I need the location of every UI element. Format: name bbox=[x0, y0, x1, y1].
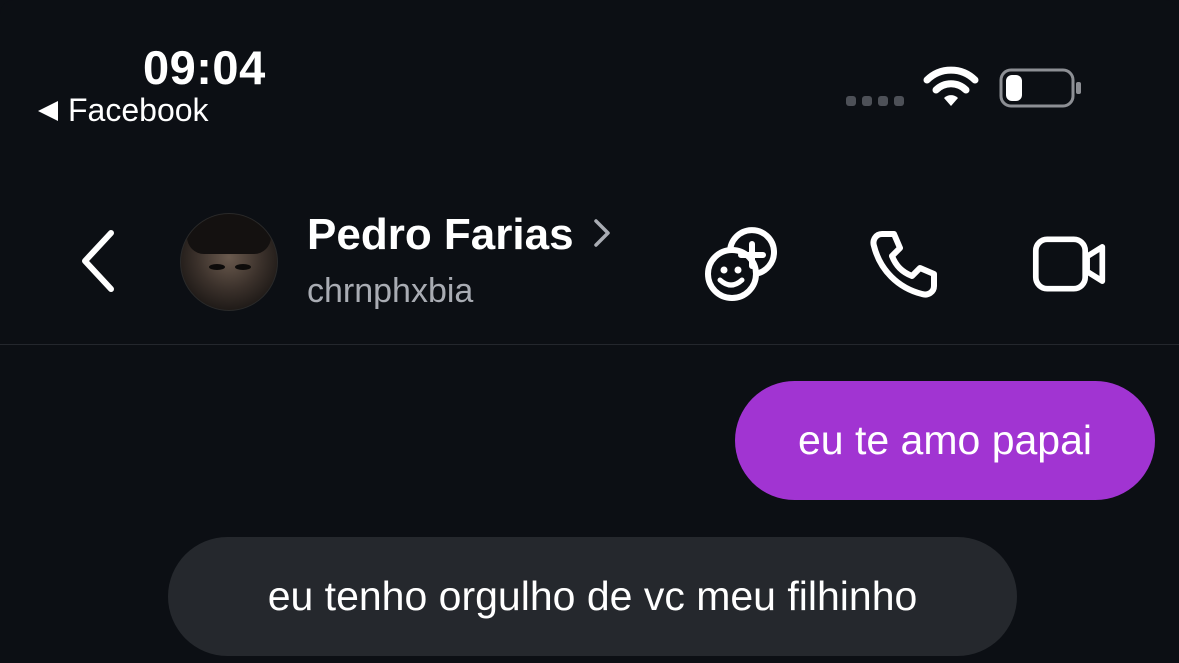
contact-name-row[interactable]: Pedro Farias bbox=[307, 210, 612, 260]
cellular-signal-icon bbox=[846, 96, 904, 106]
phone-icon[interactable] bbox=[866, 226, 942, 302]
message-bubble-sent[interactable]: eu te amo papai bbox=[735, 381, 1155, 500]
message-text: eu te amo papai bbox=[797, 417, 1093, 463]
back-triangle-icon bbox=[38, 100, 58, 121]
message-bubble-received[interactable]: eu tenho orgulho de vc meu filhinho bbox=[168, 537, 1017, 656]
message-text: eu tenho orgulho de vc meu filhinho bbox=[267, 573, 918, 619]
back-chevron-icon[interactable] bbox=[72, 228, 122, 294]
chevron-right-icon bbox=[592, 217, 612, 254]
contact-name: Pedro Farias bbox=[307, 210, 574, 259]
header-divider bbox=[0, 344, 1179, 345]
video-camera-icon[interactable] bbox=[1032, 226, 1108, 302]
battery-low-icon bbox=[999, 68, 1083, 115]
chat-screen: 09:04 Facebook Pedro Farias chrnphxbia e… bbox=[0, 0, 1179, 663]
sticker-add-icon[interactable] bbox=[704, 226, 780, 302]
back-app-label: Facebook bbox=[68, 92, 209, 128]
contact-avatar[interactable] bbox=[180, 213, 278, 311]
wifi-icon bbox=[922, 66, 980, 113]
status-time: 09:04 bbox=[143, 41, 266, 94]
back-to-app-link[interactable]: Facebook bbox=[38, 92, 209, 129]
contact-username: chrnphxbia bbox=[307, 272, 474, 310]
